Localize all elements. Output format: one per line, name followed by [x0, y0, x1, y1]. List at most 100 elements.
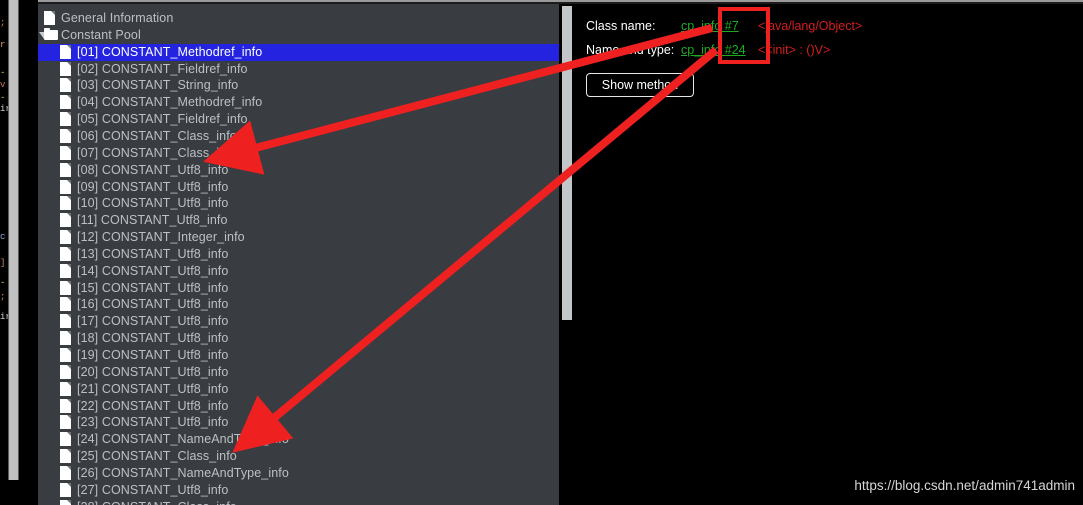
document-icon	[60, 364, 73, 380]
document-icon	[60, 449, 73, 464]
app-window: ;r-v-irc]-;ir General InformationConstan…	[0, 0, 1083, 505]
tree-item[interactable]: [07] CONSTANT_Class_info	[38, 145, 559, 162]
tree-item-label: [10] CONSTANT_Utf8_info	[77, 196, 229, 211]
editor-sliver-line: -	[0, 93, 6, 103]
document-icon	[60, 128, 73, 144]
document-icon	[60, 230, 73, 245]
tree-item[interactable]: [16] CONSTANT_Utf8_info	[38, 296, 559, 313]
tree-item[interactable]: [21] CONSTANT_Utf8_info	[38, 381, 559, 398]
tree-item[interactable]: [11] CONSTANT_Utf8_info	[38, 212, 559, 229]
tree-scrollbar-thumb[interactable]	[562, 6, 572, 320]
watermark-url: https://blog.csdn.net/admin741admin	[854, 478, 1075, 493]
tree-item-label: [09] CONSTANT_Utf8_info	[77, 179, 229, 194]
tree-item-label: [16] CONSTANT_Utf8_info	[77, 297, 229, 312]
tree-item[interactable]: General Information	[38, 10, 559, 27]
tree-item-label: [20] CONSTANT_Utf8_info	[77, 364, 229, 379]
tree-item[interactable]: [17] CONSTANT_Utf8_info	[38, 313, 559, 330]
tree-item-label: [25] CONSTANT_Class_info	[77, 449, 237, 464]
tree-item-label: [05] CONSTANT_Fieldref_info	[77, 112, 248, 127]
red-highlight-box	[718, 7, 770, 64]
background-editor-scrollbar[interactable]	[8, 0, 19, 480]
document-icon	[60, 61, 73, 77]
tree-item-label: [24] CONSTANT_NameAndType_info	[77, 432, 289, 447]
tree-item[interactable]: [28] CONSTANT_Class_info	[38, 499, 559, 505]
tree-item[interactable]: [18] CONSTANT_Utf8_info	[38, 330, 559, 347]
document-icon	[60, 499, 73, 505]
document-icon	[60, 465, 73, 481]
tree-item-label: [27] CONSTANT_Utf8_info	[77, 482, 229, 497]
document-icon	[60, 246, 73, 262]
tree-item[interactable]: [04] CONSTANT_Methodref_info	[38, 94, 559, 111]
tree-item[interactable]: [25] CONSTANT_Class_info	[38, 448, 559, 465]
folder-icon	[44, 27, 58, 43]
document-icon	[60, 415, 73, 430]
document-icon	[60, 44, 73, 60]
tree-item[interactable]: [13] CONSTANT_Utf8_info	[38, 246, 559, 263]
tree-item[interactable]: [15] CONSTANT_Utf8_info	[38, 280, 559, 297]
tree-item[interactable]: [19] CONSTANT_Utf8_info	[38, 347, 559, 364]
tree-item-label: [14] CONSTANT_Utf8_info	[77, 263, 229, 278]
tree-item-label: [04] CONSTANT_Methodref_info	[77, 95, 263, 110]
editor-sliver-line: -	[0, 68, 6, 78]
editor-sliver-line: ]	[0, 258, 6, 268]
document-icon	[60, 263, 73, 279]
left-gutter	[19, 0, 38, 505]
tree-item[interactable]: [26] CONSTANT_NameAndType_info	[38, 465, 559, 482]
tree-item[interactable]: [01] CONSTANT_Methodref_info	[38, 43, 559, 61]
tree-item-label: [15] CONSTANT_Utf8_info	[77, 280, 229, 295]
tree-item[interactable]: Constant Pool	[38, 27, 559, 44]
tree-item-label: [26] CONSTANT_NameAndType_info	[77, 465, 289, 480]
tree-item[interactable]: [05] CONSTANT_Fieldref_info	[38, 111, 559, 128]
tree-item[interactable]: [03] CONSTANT_String_info	[38, 77, 559, 94]
tree-item-label: [22] CONSTANT_Utf8_info	[77, 398, 229, 413]
document-icon	[60, 280, 73, 296]
editor-sliver-line: ;	[0, 292, 6, 302]
tree-item-label: [23] CONSTANT_Utf8_info	[77, 415, 229, 430]
tree-item-label: [08] CONSTANT_Utf8_info	[77, 162, 229, 177]
editor-sliver-line: ir	[0, 104, 8, 114]
document-icon	[44, 11, 57, 26]
tree-item[interactable]: [20] CONSTANT_Utf8_info	[38, 364, 559, 381]
document-icon	[60, 179, 73, 195]
tree-item[interactable]: [23] CONSTANT_Utf8_info	[38, 414, 559, 431]
show-method-button[interactable]: Show method	[586, 73, 694, 97]
document-icon	[60, 432, 73, 447]
tree-item-label: [11] CONSTANT_Utf8_info	[77, 213, 228, 228]
document-icon	[60, 78, 73, 93]
tree-item-label: [01] CONSTANT_Methodref_info	[77, 44, 263, 59]
constant-detail-panel: Show method Class name: cp_info #7 <java/l…	[573, 4, 1083, 505]
tree-item[interactable]: [06] CONSTANT_Class_info	[38, 128, 559, 145]
editor-sliver-line: ;	[0, 18, 6, 28]
document-icon	[60, 112, 73, 127]
tree-item[interactable]: [10] CONSTANT_Utf8_info	[38, 195, 559, 212]
tree-item[interactable]: [12] CONSTANT_Integer_info	[38, 229, 559, 246]
tree-item[interactable]: [02] CONSTANT_Fieldref_info	[38, 61, 559, 78]
document-icon	[60, 297, 73, 312]
editor-sliver-line: r	[0, 40, 6, 50]
tree-item-label: General Information	[61, 11, 174, 25]
constant-pool-tree[interactable]: General Information Constant Pool [01] CON…	[38, 4, 559, 505]
tree-item[interactable]: [09] CONSTANT_Utf8_info	[38, 179, 559, 196]
tree-item-label: [06] CONSTANT_Class_info	[77, 128, 237, 143]
tree-item-label: [28] CONSTANT_Class_info	[77, 499, 237, 505]
document-icon	[60, 196, 73, 211]
tree-item-label: [07] CONSTANT_Class_info	[77, 145, 237, 160]
document-icon	[60, 213, 73, 228]
tree-item[interactable]: [27] CONSTANT_Utf8_info	[38, 482, 559, 499]
tree-item-label: Constant Pool	[61, 27, 141, 42]
tree-item[interactable]: [14] CONSTANT_Utf8_info	[38, 263, 559, 280]
background-editor-scrollbar-tail	[8, 480, 19, 505]
detail-row-label: Class name:	[586, 19, 656, 33]
tree-item[interactable]: [24] CONSTANT_NameAndType_info	[38, 431, 559, 448]
document-icon	[60, 381, 73, 397]
tree-item-label: [03] CONSTANT_String_info	[77, 78, 239, 93]
document-icon	[60, 482, 73, 498]
tree-item-label: [18] CONSTANT_Utf8_info	[77, 331, 229, 346]
document-icon	[60, 398, 73, 414]
tree-item-label: [13] CONSTANT_Utf8_info	[77, 246, 229, 261]
tree-item[interactable]: [22] CONSTANT_Utf8_info	[38, 398, 559, 415]
tree-item[interactable]: [08] CONSTANT_Utf8_info	[38, 162, 559, 179]
tree-item-label: [19] CONSTANT_Utf8_info	[77, 348, 229, 362]
document-icon	[60, 95, 73, 110]
document-icon	[60, 145, 73, 161]
